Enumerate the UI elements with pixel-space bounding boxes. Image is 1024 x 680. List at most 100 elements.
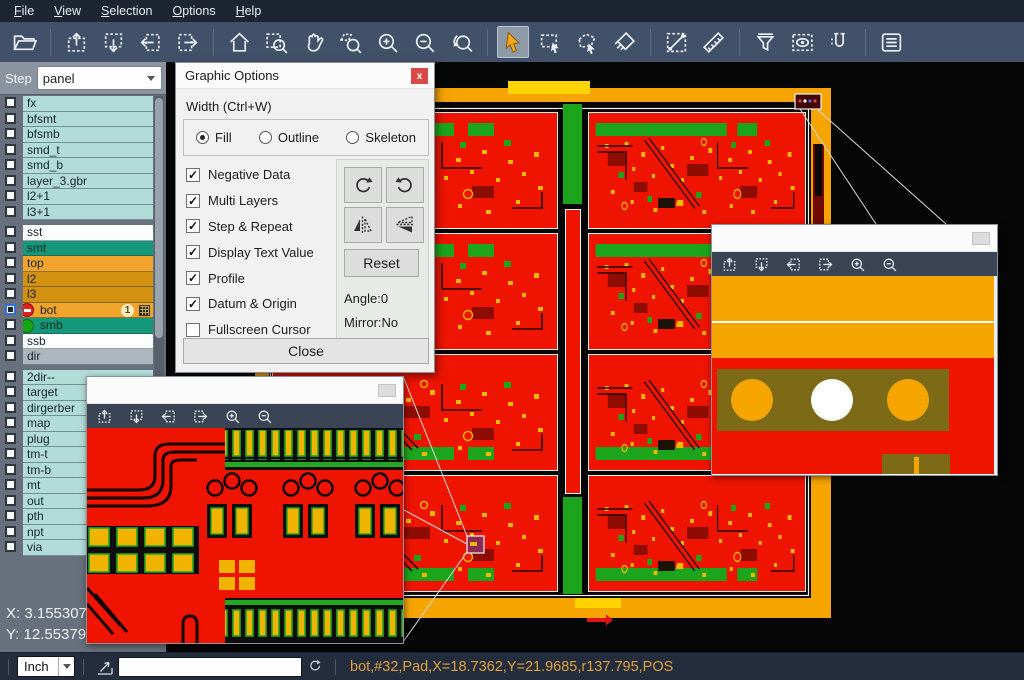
menu-item-file[interactable]: File (4, 1, 44, 21)
layer-visibility-checkbox[interactable] (5, 319, 16, 330)
select-polygon-button[interactable] (571, 26, 603, 58)
layer-visibility-checkbox[interactable] (5, 433, 16, 444)
zoom-out-button[interactable] (408, 26, 440, 58)
layer-visibility-checkbox[interactable] (5, 304, 16, 315)
layer-visibility-checkbox[interactable] (5, 97, 16, 108)
layer-visibility-checkbox[interactable] (5, 273, 16, 284)
layer-visibility-checkbox[interactable] (5, 128, 16, 139)
layer-name-smt[interactable]: smt (23, 241, 153, 257)
pan-left-button[interactable] (160, 408, 177, 425)
layer-manager-button[interactable] (875, 26, 907, 58)
pan-up-button[interactable] (721, 256, 738, 273)
layer-name-layer_3.gbr[interactable]: layer_3.gbr (23, 174, 153, 190)
mirror-vertical-button[interactable] (386, 207, 424, 243)
layer-visibility-checkbox[interactable] (5, 402, 16, 413)
pan-right-button[interactable] (817, 256, 834, 273)
rotate-ccw-button[interactable] (386, 167, 424, 203)
pan-hand-button[interactable] (297, 26, 329, 58)
command-input[interactable] (118, 657, 302, 677)
layer-visibility-checkbox[interactable] (5, 190, 16, 201)
layer-visibility-checkbox[interactable] (5, 541, 16, 552)
zoom-in-button[interactable] (224, 408, 241, 425)
layer-visibility-checkbox[interactable] (5, 288, 16, 299)
step-select[interactable]: panel (37, 66, 162, 90)
layer-visibility-checkbox[interactable] (5, 448, 16, 459)
checkbox-multi-layers[interactable]: ✓Multi Layers (186, 188, 314, 214)
radio-outline[interactable]: Outline (259, 130, 319, 145)
magnifier-2-content[interactable] (712, 276, 997, 474)
zoom-out-button[interactable] (256, 408, 273, 425)
magnifier-2-titlebar[interactable] (712, 225, 997, 252)
dialog-close-button[interactable]: x (411, 68, 428, 84)
close-button[interactable]: Close (183, 338, 429, 364)
menu-item-view[interactable]: View (44, 1, 91, 21)
snap-button[interactable] (823, 26, 855, 58)
rotate-cw-button[interactable] (344, 167, 382, 203)
select-cursor-button[interactable] (497, 26, 529, 58)
layer-visibility-checkbox[interactable] (5, 113, 16, 124)
magnifier-1-titlebar[interactable] (87, 377, 403, 404)
checkbox-display-text-value[interactable]: ✓Display Text Value (186, 239, 314, 265)
select-rect-button[interactable] (534, 26, 566, 58)
layer-name-l2+1[interactable]: l2+1 (23, 189, 153, 205)
layer-visibility-checkbox[interactable] (5, 371, 16, 382)
layer-visibility-checkbox[interactable] (5, 386, 16, 397)
home-view-button[interactable] (223, 26, 255, 58)
layer-name-sst[interactable]: sst (23, 225, 153, 241)
layer-name-bfsmb[interactable]: bfsmb (23, 127, 153, 143)
pan-down-button[interactable] (97, 26, 129, 58)
layer-name-l2[interactable]: l2 (23, 272, 153, 288)
layer-name-l3+1[interactable]: l3+1 (23, 205, 153, 221)
window-button-icon[interactable] (378, 384, 396, 397)
layer-name-dir[interactable]: dir (23, 349, 153, 365)
unit-select[interactable]: Inch (17, 656, 75, 677)
layer-visibility-checkbox[interactable] (5, 206, 16, 217)
filter-button[interactable] (749, 26, 781, 58)
measure-ruler-button[interactable] (697, 26, 729, 58)
measure-line-button[interactable] (660, 26, 692, 58)
clean-brush-button[interactable] (608, 26, 640, 58)
zoom-in-button[interactable] (371, 26, 403, 58)
layer-name-fx[interactable]: fx (23, 96, 153, 112)
reset-button[interactable]: Reset (344, 249, 419, 277)
zoom-in-button[interactable] (849, 256, 866, 273)
zoom-out-button[interactable] (881, 256, 898, 273)
layer-name-l3[interactable]: l3 (23, 287, 153, 303)
layer-visibility-checkbox[interactable] (5, 335, 16, 346)
window-button-icon[interactable] (972, 232, 990, 245)
layer-visibility-checkbox[interactable] (5, 226, 16, 237)
pan-down-button[interactable] (128, 408, 145, 425)
layer-name-bfsmt[interactable]: bfsmt (23, 112, 153, 128)
layer-visibility-checkbox[interactable] (5, 464, 16, 475)
zoom-previous-button[interactable] (445, 26, 477, 58)
layer-visibility-checkbox[interactable] (5, 257, 16, 268)
pan-right-button[interactable] (171, 26, 203, 58)
layer-name-smb[interactable]: smb (23, 318, 153, 334)
refresh-button[interactable] (306, 658, 323, 675)
menu-item-help[interactable]: Help (226, 1, 272, 21)
layer-visibility-checkbox[interactable] (5, 144, 16, 155)
checkbox-datum-origin[interactable]: ✓Datum & Origin (186, 291, 314, 317)
checkbox-profile[interactable]: ✓Profile (186, 265, 314, 291)
layer-visibility-checkbox[interactable] (5, 495, 16, 506)
checkbox-negative-data[interactable]: ✓Negative Data (186, 162, 314, 188)
layer-visibility-checkbox[interactable] (5, 510, 16, 521)
zoom-drag-button[interactable] (334, 26, 366, 58)
layer-name-top[interactable]: top (23, 256, 153, 272)
radio-skeleton[interactable]: Skeleton (346, 130, 416, 145)
layer-visibility-checkbox[interactable] (5, 526, 16, 537)
mirror-horizontal-button[interactable] (344, 207, 382, 243)
pan-up-button[interactable] (60, 26, 92, 58)
pan-up-button[interactable] (96, 408, 113, 425)
pan-right-button[interactable] (192, 408, 209, 425)
layer-visibility-checkbox[interactable] (5, 350, 16, 361)
zoom-window-button[interactable] (260, 26, 292, 58)
layer-name-ssb[interactable]: ssb (23, 334, 153, 350)
radio-fill[interactable]: Fill (196, 130, 232, 145)
pan-left-button[interactable] (134, 26, 166, 58)
magnifier-1-content[interactable] (87, 428, 403, 643)
layer-visibility-checkbox[interactable] (5, 479, 16, 490)
layer-name-smd_t[interactable]: smd_t (23, 143, 153, 159)
angle-mode-button[interactable] (96, 658, 114, 676)
layer-name-smd_b[interactable]: smd_b (23, 158, 153, 174)
